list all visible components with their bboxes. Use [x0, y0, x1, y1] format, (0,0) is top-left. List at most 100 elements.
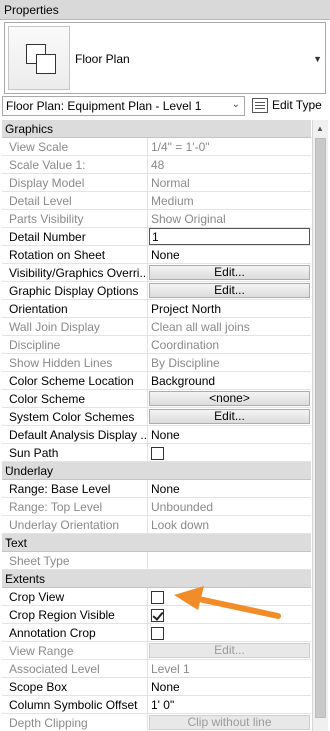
property-row-orientation: Orientation Project North: [2, 300, 311, 318]
property-row-annotation-crop: Annotation Crop: [2, 624, 311, 642]
property-value: <none>: [148, 390, 311, 407]
property-value[interactable]: 1' 0": [148, 696, 311, 713]
type-selector[interactable]: Floor Plan ▼: [4, 22, 326, 94]
collapse-icon[interactable]: ⌃: [5, 465, 307, 476]
collapse-icon[interactable]: ⌃: [5, 537, 307, 548]
property-value: Normal: [151, 176, 190, 190]
property-name: Sheet Type: [2, 552, 148, 569]
property-row-color-scheme: Color Scheme <none>: [2, 390, 311, 408]
property-name: Sun Path: [2, 444, 148, 461]
property-name: Column Symbolic Offset: [2, 696, 148, 713]
property-name: Discipline: [2, 336, 148, 353]
property-row-scale-value-1: Scale Value 1: 48: [2, 156, 311, 174]
property-name: Rotation on Sheet: [2, 246, 148, 263]
detail-number-input[interactable]: 1: [149, 228, 310, 245]
property-value: 1/4" = 1'-0": [151, 140, 210, 154]
sun-path-checkbox[interactable]: [151, 447, 164, 460]
property-name: Depth Clipping: [2, 714, 148, 731]
annotation-crop-checkbox[interactable]: [151, 627, 164, 640]
property-name: Underlay Orientation: [2, 516, 148, 533]
property-value: Clip without line: [148, 714, 311, 731]
vertical-scrollbar[interactable]: ▲: [312, 120, 328, 731]
properties-grid: Graphics ⌃ View Scale 1/4" = 1'-0" Scale Val…: [2, 120, 311, 731]
floor-plan-icon: [8, 26, 70, 90]
property-value: [148, 444, 311, 461]
property-row-show-hidden-lines: Show Hidden Lines By Discipline: [2, 354, 311, 372]
property-value: Edit...: [148, 264, 311, 281]
property-name: Default Analysis Display ...: [2, 426, 148, 443]
property-value: By Discipline: [151, 356, 220, 370]
property-row-view-range: View Range Edit...: [2, 642, 311, 660]
property-value[interactable]: Background: [148, 372, 311, 389]
property-value[interactable]: None: [148, 480, 311, 497]
edit-type-label: Edit Type: [272, 98, 322, 112]
property-row-system-color-schemes: System Color Schemes Edit...: [2, 408, 311, 426]
visibility-graphics-overri-button[interactable]: Edit...: [149, 265, 310, 280]
property-name: Wall Join Display: [2, 318, 148, 335]
property-name: Scope Box: [2, 678, 148, 695]
property-value[interactable]: Project North: [148, 300, 311, 317]
property-row-color-scheme-location: Color Scheme Location Background: [2, 372, 311, 390]
property-row-view-scale: View Scale 1/4" = 1'-0": [2, 138, 311, 156]
property-value: 1: [148, 228, 311, 245]
property-row-range-top-level: Range: Top Level Unbounded: [2, 498, 311, 516]
property-row-depth-clipping: Depth Clipping Clip without line: [2, 714, 311, 731]
property-value: [148, 624, 311, 641]
property-name: Detail Number: [2, 228, 148, 245]
chevron-down-icon[interactable]: ⌄: [232, 99, 240, 110]
scrollbar-thumb[interactable]: [315, 138, 326, 718]
property-row-graphic-display-options: Graphic Display Options Edit...: [2, 282, 311, 300]
depth-clipping-button: Clip without line: [149, 715, 310, 730]
property-name: Parts Visibility: [2, 210, 148, 227]
property-name: Crop Region Visible: [2, 606, 148, 623]
property-name: View Range: [2, 642, 148, 659]
property-row-display-model: Display Model Normal: [2, 174, 311, 192]
instance-selector[interactable]: Floor Plan: Equipment Plan - Level 1 ⌄: [2, 96, 245, 116]
property-name: Orientation: [2, 300, 148, 317]
property-name: Range: Top Level: [2, 498, 148, 515]
property-row-default-analysis-display: Default Analysis Display ... None: [2, 426, 311, 444]
property-name: View Scale: [2, 138, 148, 155]
window-title: Properties: [4, 3, 59, 17]
crop-view-checkbox[interactable]: [151, 591, 164, 604]
section-header-graphics[interactable]: Graphics ⌃: [2, 120, 311, 138]
property-value: Medium: [151, 194, 194, 208]
property-row-sun-path: Sun Path: [2, 444, 311, 462]
property-row-underlay-orientation: Underlay Orientation Look down: [2, 516, 311, 534]
property-row-column-symbolic-offset: Column Symbolic Offset 1' 0": [2, 696, 311, 714]
property-value: Edit...: [148, 642, 311, 659]
crop-region-visible-checkbox[interactable]: [151, 609, 164, 622]
property-name: Graphic Display Options: [2, 282, 148, 299]
property-name: Annotation Crop: [2, 624, 148, 641]
type-dropdown-arrow-icon[interactable]: ▼: [313, 54, 322, 64]
property-value: Level 1: [151, 662, 190, 676]
system-color-schemes-button[interactable]: Edit...: [149, 409, 310, 424]
property-row-rotation-on-sheet: Rotation on Sheet None: [2, 246, 311, 264]
property-name: Display Model: [2, 174, 148, 191]
property-row-scope-box: Scope Box None: [2, 678, 311, 696]
property-row-associated-level: Associated Level Level 1: [2, 660, 311, 678]
scroll-up-arrow-icon[interactable]: ▲: [316, 124, 324, 133]
property-value[interactable]: None: [148, 678, 311, 695]
property-name: Color Scheme: [2, 390, 148, 407]
section-header-underlay[interactable]: Underlay ⌃: [2, 462, 311, 480]
color-scheme-button[interactable]: <none>: [149, 391, 310, 406]
section-header-text[interactable]: Text ⌃: [2, 534, 311, 552]
properties-titlebar: Properties: [0, 0, 330, 20]
collapse-icon[interactable]: ⌃: [5, 123, 307, 134]
property-value: Clean all wall joins: [151, 320, 250, 334]
property-name: Visibility/Graphics Overri...: [2, 264, 148, 281]
property-value: Look down: [151, 518, 210, 532]
collapse-icon[interactable]: ⌃: [5, 573, 307, 584]
property-value[interactable]: None: [148, 246, 311, 263]
graphic-display-options-button[interactable]: Edit...: [149, 283, 310, 298]
property-value: Edit...: [148, 282, 311, 299]
property-name: System Color Schemes: [2, 408, 148, 425]
property-value: 48: [151, 158, 165, 172]
property-value: Unbounded: [151, 500, 214, 514]
instance-selector-value: Floor Plan: Equipment Plan - Level 1: [6, 99, 202, 113]
property-value: Show Original: [151, 212, 226, 226]
property-row-parts-visibility: Parts Visibility Show Original: [2, 210, 311, 228]
property-row-sheet-type: Sheet Type: [2, 552, 311, 570]
property-value[interactable]: None: [148, 426, 311, 443]
